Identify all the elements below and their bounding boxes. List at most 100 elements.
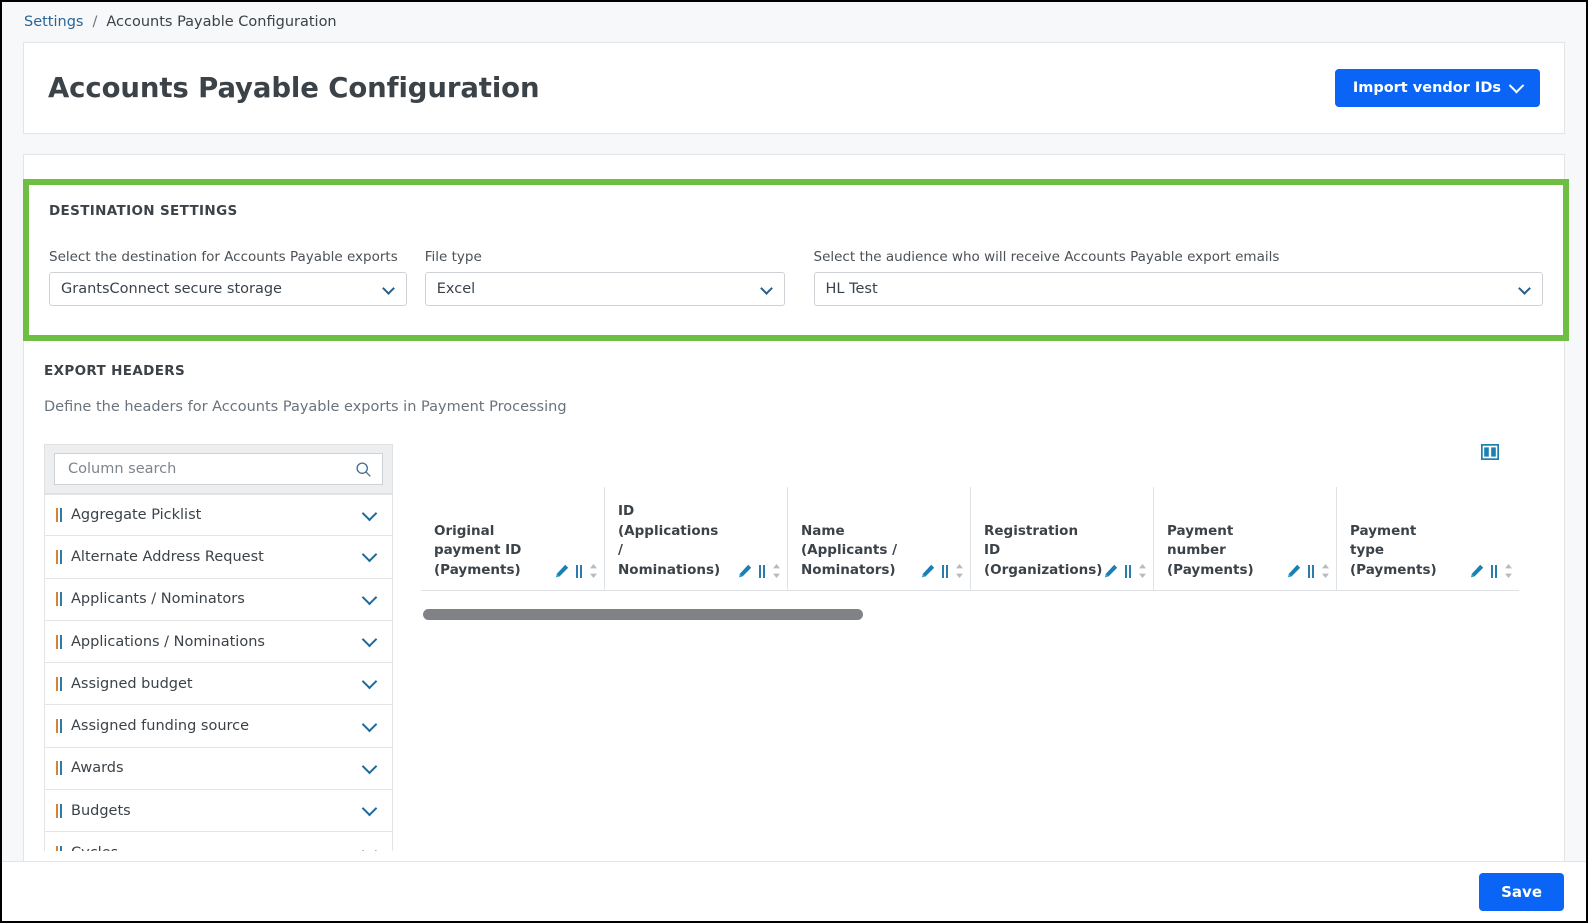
breadcrumb: Settings / Accounts Payable Configuratio… xyxy=(2,2,1586,42)
drag-handle-icon[interactable] xyxy=(56,634,62,649)
list-item[interactable]: Assigned funding source xyxy=(44,705,393,748)
chevron-down-icon[interactable] xyxy=(361,631,378,648)
column-search-shell xyxy=(44,444,393,494)
table-column-header: Payment type (Payments) xyxy=(1336,487,1519,590)
breadcrumb-current: Accounts Payable Configuration xyxy=(106,14,337,30)
file-type-select[interactable]: Excel xyxy=(424,272,785,306)
list-item-label: Aggregate Picklist xyxy=(71,507,202,524)
edit-pencil-icon[interactable] xyxy=(921,564,935,578)
audience-label: Select the audience who will receive Acc… xyxy=(813,249,1280,265)
chevron-down-icon[interactable] xyxy=(361,843,378,851)
drag-handle-icon[interactable] xyxy=(56,592,62,607)
sort-toggle-icon[interactable] xyxy=(589,563,598,579)
drag-handle-icon[interactable] xyxy=(576,564,582,578)
edit-pencil-icon[interactable] xyxy=(555,564,569,578)
page-header-card: Accounts Payable Configuration Import ve… xyxy=(23,42,1565,134)
export-headers-title: EXPORT HEADERS xyxy=(44,363,186,379)
chevron-down-icon[interactable] xyxy=(361,716,378,732)
list-item-label: Applications / Nominations xyxy=(71,633,265,650)
table-column-header: Payment number (Payments) xyxy=(1153,487,1336,590)
table-toolbar xyxy=(421,444,1544,472)
file-type-field: File type Excel xyxy=(424,249,785,306)
chevron-down-icon[interactable] xyxy=(361,547,378,563)
sort-toggle-icon[interactable] xyxy=(1321,563,1330,579)
drag-handle-icon[interactable] xyxy=(56,719,62,734)
drag-handle-icon[interactable] xyxy=(56,676,62,691)
import-vendor-ids-label: Import vendor IDs xyxy=(1352,80,1501,96)
list-item[interactable]: Cycles xyxy=(44,832,393,851)
sort-toggle-icon[interactable] xyxy=(1504,563,1513,579)
table-scroll-region: Original payment ID (Payments) ID (Applic… xyxy=(421,487,1519,591)
table-column-label: Name (Applicants / Nominators) xyxy=(801,522,898,578)
selected-columns-panel: Original payment ID (Payments) ID (Applic… xyxy=(421,444,1544,620)
audience-field: Select the audience who will receive Acc… xyxy=(813,249,1543,306)
sort-toggle-icon[interactable] xyxy=(772,563,781,579)
list-item[interactable]: Awards xyxy=(44,747,393,791)
table-column-header: Original payment ID (Payments) xyxy=(421,487,604,590)
import-vendor-ids-button[interactable]: Import vendor IDs xyxy=(1334,69,1540,107)
columns-layout-icon[interactable] xyxy=(1481,444,1499,460)
sort-toggle-icon[interactable] xyxy=(955,563,964,579)
destination-settings-section: DESTINATION SETTINGS Select the destinat… xyxy=(23,179,1569,341)
drag-handle-icon[interactable] xyxy=(759,564,765,578)
column-list[interactable]: Aggregate Picklist Alternate Address Requ… xyxy=(44,494,393,851)
app-root: Settings / Accounts Payable Configuratio… xyxy=(0,0,1588,923)
export-headers-description: Define the headers for Accounts Payable … xyxy=(44,399,567,415)
list-item[interactable]: Aggregate Picklist xyxy=(44,494,393,537)
drag-handle-icon[interactable] xyxy=(56,803,62,818)
list-item[interactable]: Applications / Nominations xyxy=(44,620,393,664)
horizontal-scrollbar-thumb[interactable] xyxy=(423,609,863,620)
save-button[interactable]: Save xyxy=(1479,872,1564,911)
list-item-label: Assigned funding source xyxy=(71,718,250,735)
destination-label: Select the destination for Accounts Paya… xyxy=(49,249,398,265)
table-column-actions xyxy=(738,563,781,580)
column-picker: Aggregate Picklist Alternate Address Requ… xyxy=(44,444,1544,851)
configuration-card: DESTINATION SETTINGS Select the destinat… xyxy=(23,154,1569,914)
search-icon xyxy=(356,462,371,477)
table-column-label: Original payment ID (Payments) xyxy=(434,522,522,578)
drag-handle-icon[interactable] xyxy=(56,846,62,851)
table-column-actions xyxy=(1287,563,1330,580)
drag-handle-icon[interactable] xyxy=(1308,564,1314,578)
chevron-down-icon[interactable] xyxy=(361,674,378,690)
table-header-row: Original payment ID (Payments) ID (Applic… xyxy=(421,487,1519,591)
list-item[interactable]: Assigned budget xyxy=(44,663,393,706)
chevron-down-icon[interactable] xyxy=(361,758,378,775)
edit-pencil-icon[interactable] xyxy=(738,564,752,578)
list-item-label: Awards xyxy=(71,760,124,777)
edit-pencil-icon[interactable] xyxy=(1287,564,1301,578)
table-column-actions xyxy=(921,563,964,580)
audience-select[interactable]: HL Test xyxy=(813,272,1543,306)
list-item[interactable]: Applicants / Nominators xyxy=(44,578,393,621)
drag-handle-icon[interactable] xyxy=(56,549,62,564)
destination-select[interactable]: GrantsConnect secure storage xyxy=(49,272,407,306)
file-type-label: File type xyxy=(424,249,482,265)
destination-settings-title: DESTINATION SETTINGS xyxy=(49,203,238,219)
chevron-down-icon xyxy=(759,282,773,295)
edit-pencil-icon[interactable] xyxy=(1104,564,1118,578)
edit-pencil-icon[interactable] xyxy=(1470,564,1484,578)
drag-handle-icon[interactable] xyxy=(56,761,62,776)
page-title: Accounts Payable Configuration xyxy=(48,72,540,104)
drag-handle-icon[interactable] xyxy=(1125,564,1131,578)
chevron-down-icon[interactable] xyxy=(361,589,378,606)
drag-handle-icon[interactable] xyxy=(56,508,62,523)
drag-handle-icon[interactable] xyxy=(1491,564,1497,578)
list-item[interactable]: Budgets xyxy=(44,790,393,833)
search-input[interactable] xyxy=(66,460,348,478)
footer-bar: Save xyxy=(2,861,1586,921)
list-item[interactable]: Alternate Address Request xyxy=(44,536,393,579)
table-column-label: Payment type (Payments) xyxy=(1350,522,1437,578)
column-list-panel: Aggregate Picklist Alternate Address Requ… xyxy=(44,444,393,851)
sort-toggle-icon[interactable] xyxy=(1138,563,1147,579)
chevron-down-icon[interactable] xyxy=(361,800,378,817)
drag-handle-icon[interactable] xyxy=(942,564,948,578)
table-column-header: Name (Applicants / Nominators) xyxy=(787,487,970,590)
table-column-label: ID (Applications / Nominations) xyxy=(618,503,721,578)
table-column-header: Registration ID (Organizations) xyxy=(970,487,1153,590)
chevron-down-icon[interactable] xyxy=(361,505,378,521)
horizontal-scrollbar[interactable] xyxy=(421,609,1519,620)
breadcrumb-link-settings[interactable]: Settings xyxy=(24,14,83,30)
table-column-header: ID (Applications / Nominations) xyxy=(604,487,787,590)
column-search-box[interactable] xyxy=(54,453,383,485)
